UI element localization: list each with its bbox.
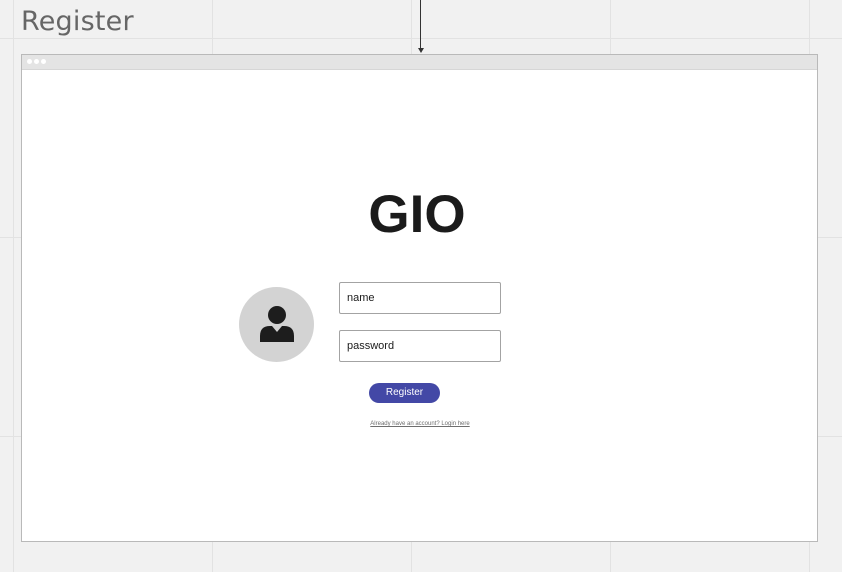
connector-line — [420, 0, 421, 50]
register-button[interactable]: Register — [369, 383, 440, 403]
browser-window: GIO Register Already have an account? Lo… — [21, 54, 818, 542]
frame-title: Register — [21, 6, 134, 37]
app-logo: GIO — [368, 185, 466, 244]
window-dot-icon — [27, 59, 32, 64]
name-field[interactable] — [339, 282, 501, 314]
window-dot-icon — [41, 59, 46, 64]
window-controls — [27, 59, 46, 64]
window-titlebar — [22, 55, 817, 70]
avatar[interactable] — [239, 287, 314, 362]
window-dot-icon — [34, 59, 39, 64]
user-icon — [260, 306, 294, 342]
connector-arrowhead — [418, 48, 424, 53]
login-link[interactable]: Already have an account? Login here — [319, 421, 521, 427]
password-field[interactable] — [339, 330, 501, 362]
